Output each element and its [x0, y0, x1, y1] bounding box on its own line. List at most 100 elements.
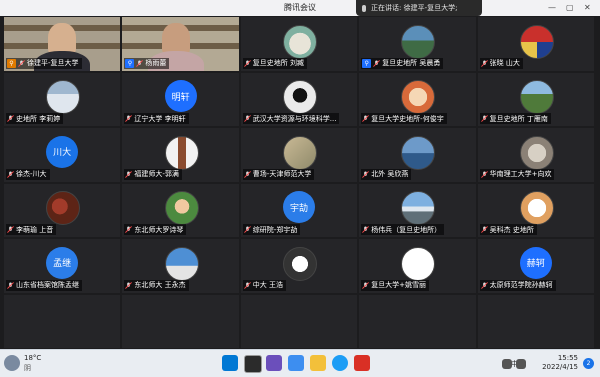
mic-muted-icon — [7, 226, 14, 233]
mic-muted-icon — [125, 115, 133, 122]
start-icon[interactable] — [222, 355, 238, 371]
participant-tile[interactable]: ⚲ 杨雨蕾 — [122, 17, 239, 71]
mic-muted-icon — [18, 59, 25, 67]
mic-muted-icon — [362, 115, 370, 122]
mic-muted-icon — [7, 281, 14, 289]
participant-tile[interactable]: 杨伟兵（复旦史地所） — [359, 183, 476, 237]
window-title: 腾讯会议 — [284, 3, 316, 12]
mic-muted-icon — [480, 59, 488, 67]
profile-picture — [282, 246, 317, 281]
mic-icon — [362, 4, 366, 12]
edge-icon[interactable] — [332, 355, 348, 371]
participant-name-tag: ⚲ 复旦史地所 吴晨勇 — [361, 57, 444, 69]
participant-tile[interactable]: 明轩 辽宁大学 李明轩 — [122, 72, 239, 126]
participant-name-tag: 复旦大学+姚雪丽 — [361, 279, 430, 291]
wifi-icon[interactable] — [502, 359, 512, 369]
close-icon[interactable]: ✕ — [584, 3, 591, 12]
clock-date[interactable]: 2022/4/15 — [542, 363, 578, 371]
search-icon[interactable] — [244, 355, 262, 373]
profile-picture — [164, 191, 199, 226]
participant-tile[interactable]: 川大 徐杰-川大 — [4, 128, 121, 182]
clock-time[interactable]: 15:55 — [558, 354, 578, 362]
participant-tile[interactable]: 中大 王浩 — [240, 239, 358, 293]
participant-name: 中大 王浩 — [252, 281, 284, 289]
widgets-icon[interactable] — [266, 355, 282, 371]
mic-muted-icon — [373, 59, 381, 67]
participant-name: 杨伟兵（复旦史地所） — [371, 225, 442, 234]
participant-name-tag: 张晓 山大 — [479, 57, 523, 69]
participant-name-tag: ⚲ 杨雨蕾 — [124, 57, 170, 69]
profile-picture — [401, 246, 436, 281]
participant-name-tag: 曹场-天津师范大学 — [242, 168, 315, 180]
mic-muted-icon — [243, 226, 251, 233]
participant-name: 华南理工大学+向欢 — [489, 170, 552, 178]
participant-name-tag: 复旦史地所 丁雁南 — [479, 113, 551, 124]
participant-grid: ⚲ 徐建平-复旦大学 ⚲ 杨雨蕾 复旦史地所 刘臧 ⚲ 复旦史地所 吴晨勇 张晓 山大史地所 … — [4, 17, 594, 348]
notification-badge[interactable]: 2 — [583, 358, 594, 369]
mic-muted-icon — [480, 281, 488, 289]
participant-tile[interactable]: 复旦大学史地所-何俊宇 — [359, 72, 476, 126]
participant-tile[interactable]: 史地所 李莉婷 — [4, 72, 121, 126]
profile-picture — [282, 135, 317, 170]
mic-muted-icon — [125, 281, 133, 289]
participant-tile[interactable]: 北外 吴欣燕 — [359, 128, 476, 182]
participant-name-tag: 东北师大 王永杰 — [124, 279, 189, 291]
participant-name-tag: 辽宁大学 李明轩 — [124, 113, 189, 124]
participant-name-tag: 史地所 李莉婷 — [6, 113, 64, 124]
participant-tile[interactable]: 李萌瑜 上音 — [4, 183, 121, 237]
minimize-icon[interactable]: — — [548, 3, 556, 12]
participant-name-tag: 复旦大学史地所-何俊宇 — [361, 113, 447, 124]
taskbar: 18°C 阴 中 15:55 2022/4/15 2 — [0, 349, 600, 377]
participant-tile[interactable]: 复旦史地所 丁雁南 — [477, 72, 594, 126]
participant-tile[interactable]: 东北师大罗诗琴 — [122, 183, 239, 237]
participant-tile[interactable]: 赫轲 太原师范学院孙赫轲 — [477, 239, 594, 293]
participant-tile[interactable]: 东北师大 王永杰 — [122, 239, 239, 293]
participant-tile[interactable]: 复旦大学+姚雪丽 — [359, 239, 476, 293]
file-explorer-icon[interactable] — [310, 355, 326, 371]
participant-name: 武汉大学资源与环境科学... — [252, 114, 337, 123]
maximize-icon[interactable]: ▢ — [566, 3, 574, 12]
profile-picture — [401, 191, 436, 226]
participant-tile[interactable]: ⚲ 复旦史地所 吴晨勇 — [359, 17, 476, 71]
participant-tile[interactable]: 吴科杰 史地所 — [477, 183, 594, 237]
participant-name: 复旦大学+姚雪丽 — [371, 281, 427, 289]
participant-name: 史地所 李莉婷 — [16, 114, 61, 123]
participant-name: 吴科杰 史地所 — [489, 225, 534, 234]
participant-name-tag: 山东省档案馆陈孟继 — [6, 279, 82, 291]
wps-icon[interactable] — [354, 355, 370, 371]
participant-tile[interactable]: 华南理工大学+向欢 — [477, 128, 594, 182]
volume-icon[interactable] — [516, 359, 526, 369]
participant-name-tag: 综研院-郑宇劼 — [242, 224, 301, 235]
profile-picture — [401, 135, 436, 170]
mic-muted-icon — [7, 115, 14, 122]
mic-muted-icon — [125, 226, 133, 233]
mic-muted-icon — [7, 170, 14, 178]
profile-picture — [519, 191, 554, 226]
mic-muted-icon — [480, 170, 488, 178]
participant-name: 山东省档案馆陈孟继 — [16, 281, 79, 289]
participant-tile[interactable]: 复旦史地所 刘臧 — [240, 17, 358, 71]
participant-name: 辽宁大学 李明轩 — [134, 114, 186, 123]
participant-name: 曹场-天津师范大学 — [252, 170, 312, 178]
participant-name-tag: 福建师大-郭满 — [124, 168, 182, 180]
empty-tile — [240, 294, 358, 348]
weather-icon[interactable] — [4, 355, 20, 371]
participant-name-tag: 东北师大罗诗琴 — [124, 224, 187, 235]
participant-name: 复旦大学史地所-何俊宇 — [371, 114, 444, 123]
mic-muted-icon — [125, 170, 133, 178]
mic-muted-icon — [243, 115, 251, 122]
participant-name-tag: 中大 王浩 — [242, 279, 287, 291]
profile-picture — [519, 135, 554, 170]
participant-name-tag: 杨伟兵（复旦史地所） — [361, 224, 445, 235]
participant-tile[interactable]: 张晓 山大 — [477, 17, 594, 71]
participant-tile[interactable]: 宇劼 综研院-郑宇劼 — [240, 183, 358, 237]
participant-name: 张晓 山大 — [489, 59, 520, 67]
participant-name: 东北师大罗诗琴 — [134, 225, 184, 234]
participant-tile[interactable]: 武汉大学资源与环境科学... — [240, 72, 358, 126]
participant-tile[interactable]: 曹场-天津师范大学 — [240, 128, 358, 182]
teams-icon[interactable] — [288, 355, 304, 371]
participant-tile[interactable]: 福建师大-郭满 — [122, 128, 239, 182]
mic-muted-icon — [480, 226, 488, 233]
participant-tile[interactable]: 孟继 山东省档案馆陈孟继 — [4, 239, 121, 293]
participant-tile[interactable]: ⚲ 徐建平-复旦大学 — [4, 17, 121, 71]
